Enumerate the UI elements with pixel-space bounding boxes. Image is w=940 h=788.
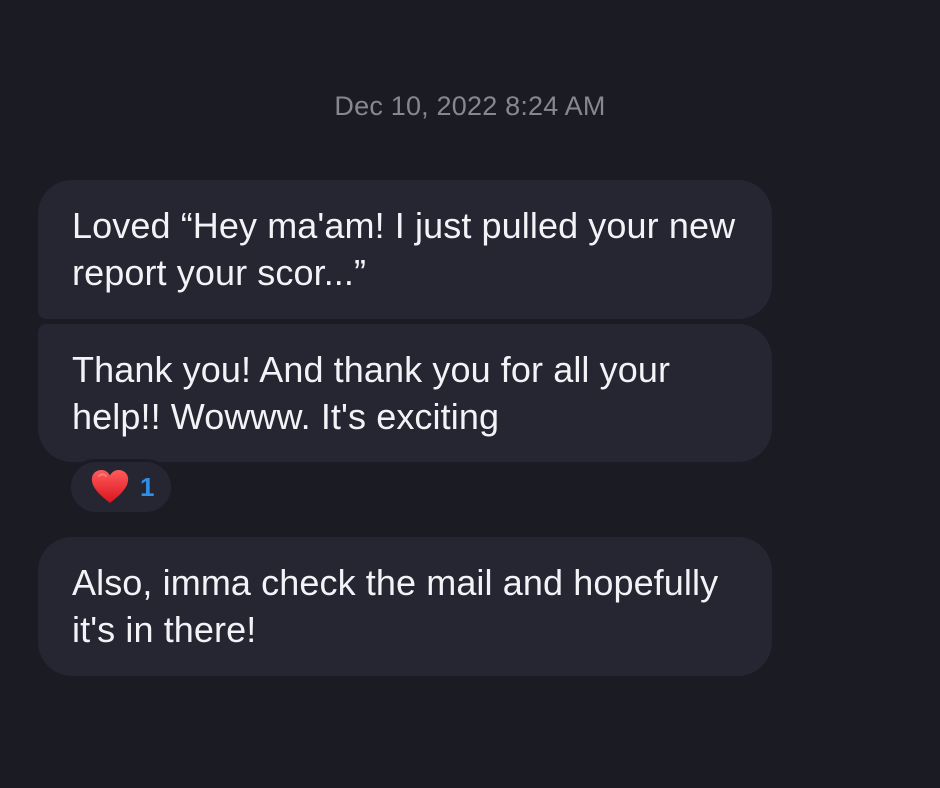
message-timestamp: Dec 10, 2022 8:24 AM [334, 91, 606, 121]
chat-thread: Dec 10, 2022 8:24 AM Loved “Hey ma'am! I… [0, 0, 940, 788]
message-bubble[interactable]: Loved “Hey ma'am! I just pulled your new… [38, 180, 772, 319]
message-text: Thank you! And thank you for all your he… [72, 349, 671, 437]
message-text: Also, imma check the mail and hopefully … [72, 562, 719, 650]
message-text: Loved “Hey ma'am! I just pulled your new… [72, 205, 736, 293]
reaction-badge[interactable]: 1 [68, 459, 174, 515]
heart-icon [91, 470, 129, 503]
message-bubble[interactable]: Also, imma check the mail and hopefully … [38, 537, 772, 676]
reaction-count: 1 [140, 472, 155, 502]
message-bubble[interactable]: Thank you! And thank you for all your he… [38, 324, 772, 462]
